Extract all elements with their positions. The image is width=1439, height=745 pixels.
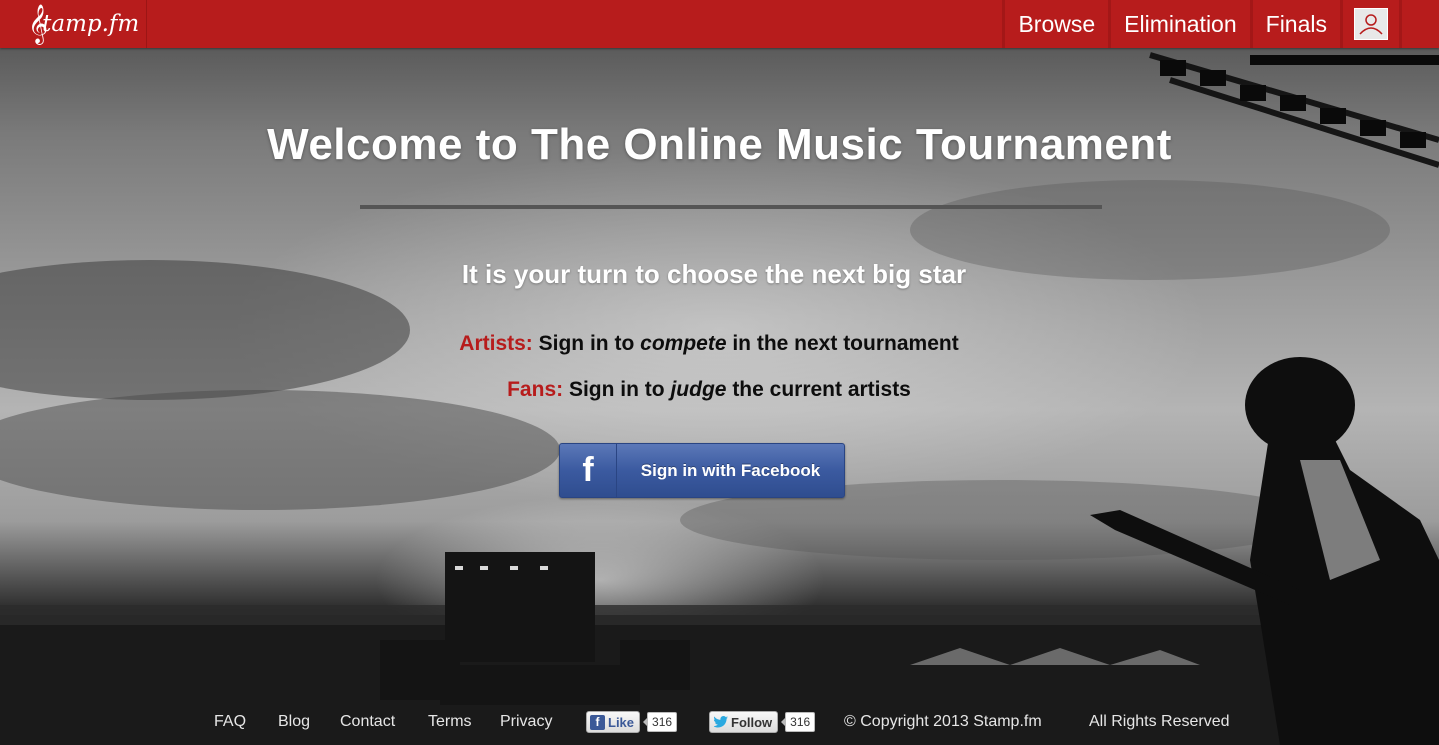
nav-finals[interactable]: Finals bbox=[1249, 0, 1340, 48]
user-menu[interactable] bbox=[1340, 0, 1402, 48]
rights-text: All Rights Reserved bbox=[1089, 713, 1230, 730]
footer-link-faq[interactable]: FAQ bbox=[214, 713, 246, 731]
stamp-fm-logo[interactable]: 𝄞 tamp.fm bbox=[0, 0, 147, 48]
facebook-icon: f bbox=[560, 444, 617, 497]
copyright-text: © Copyright 2013 Stamp.fm bbox=[844, 713, 1042, 730]
follow-label: Follow bbox=[731, 714, 773, 730]
fans-line: Fans: Sign in to judge the current artis… bbox=[0, 378, 1418, 402]
follow-count: 316 bbox=[781, 712, 816, 732]
fans-text-post: the current artists bbox=[732, 378, 911, 401]
footer-link-contact[interactable]: Contact bbox=[340, 713, 395, 731]
like-count: 316 bbox=[643, 712, 678, 732]
concert-scene-graphic bbox=[0, 52, 1439, 745]
twitter-follow-button[interactable]: Follow bbox=[709, 711, 779, 733]
like-label: Like bbox=[608, 714, 635, 730]
artists-line: Artists: Sign in to compete in the next … bbox=[0, 332, 1418, 356]
avatar[interactable] bbox=[1354, 8, 1388, 40]
nav-browse[interactable]: Browse bbox=[1002, 0, 1108, 48]
nav-menu: Browse Elimination Finals bbox=[1002, 0, 1402, 48]
footer-link-terms[interactable]: Terms bbox=[428, 713, 472, 731]
fans-text-pre: Sign in to bbox=[568, 378, 665, 401]
concert-background-image bbox=[0, 0, 1439, 745]
footer-link-blog[interactable]: Blog bbox=[278, 713, 310, 731]
artists-label: Artists: bbox=[459, 332, 533, 355]
page-title: Welcome to The Online Music Tournament bbox=[267, 120, 1172, 169]
top-navbar: 𝄞 tamp.fm Browse Elimination Finals bbox=[0, 0, 1439, 48]
twitter-bird-icon bbox=[713, 715, 728, 730]
facebook-signin-button[interactable]: f Sign in with Facebook bbox=[559, 443, 845, 498]
facebook-like-widget: f Like 316 bbox=[586, 711, 678, 733]
artists-text-post: in the next tournament bbox=[732, 332, 959, 355]
title-divider bbox=[360, 205, 1102, 209]
artists-text-pre: Sign in to bbox=[538, 332, 635, 355]
twitter-bird-glyph bbox=[713, 716, 728, 728]
logo-text: tamp.fm bbox=[42, 11, 140, 37]
artists-text-em: compete bbox=[640, 332, 727, 355]
twitter-follow-widget: Follow 316 bbox=[709, 711, 816, 733]
nav-elimination[interactable]: Elimination bbox=[1108, 0, 1250, 48]
facebook-like-button[interactable]: f Like bbox=[586, 711, 641, 733]
footer: FAQ Blog Contact Terms Privacy f Like 31… bbox=[0, 710, 1439, 736]
footer-link-privacy[interactable]: Privacy bbox=[500, 713, 552, 731]
facebook-signin-label: Sign in with Facebook bbox=[640, 460, 821, 480]
user-avatar-icon bbox=[1359, 14, 1383, 35]
fans-label: Fans: bbox=[507, 378, 564, 401]
fans-text-em: judge bbox=[670, 378, 727, 401]
facebook-like-icon: f bbox=[590, 714, 605, 730]
hero-subtitle: It is your turn to choose the next big s… bbox=[461, 259, 967, 289]
